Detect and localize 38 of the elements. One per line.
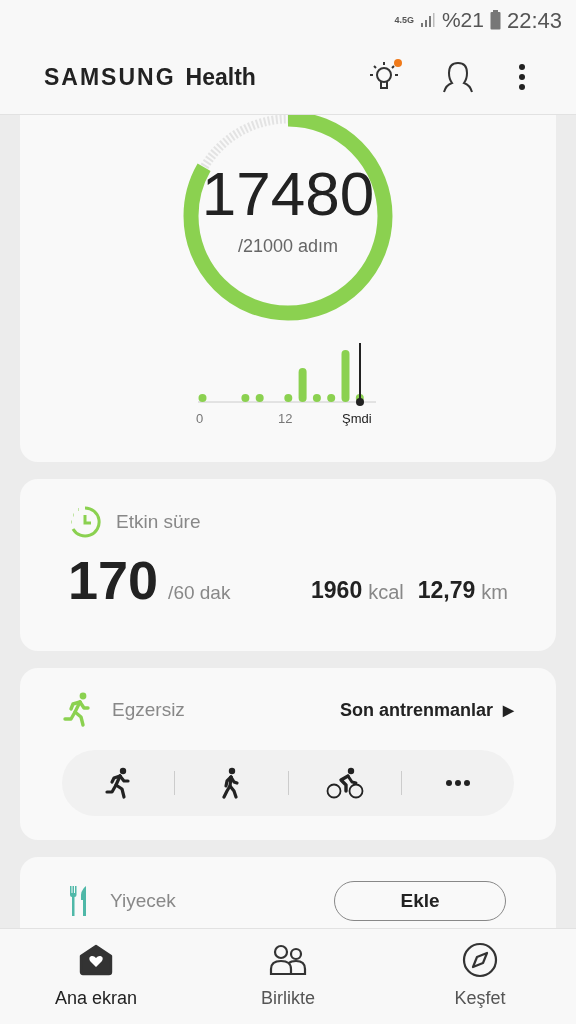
recent-workouts-link[interactable]: Son antrenmanlar ▶ [339, 696, 514, 724]
home-heart-icon [79, 944, 113, 976]
app-logo: SAMSUNG Health [44, 62, 256, 92]
calories-unit: kcal [368, 580, 404, 605]
cyclist-icon [325, 767, 364, 799]
active-goal: /60 dak [168, 580, 231, 605]
active-time-card[interactable]: Etkin süre 170 /60 dak 1960 kcal 12,79 km [20, 479, 556, 651]
walker-icon [221, 767, 242, 799]
nav-tab[interactable]: Ana ekran [0, 929, 192, 1024]
person-icon [443, 61, 473, 93]
steps-card[interactable]: 17480 /21000 adım 0 12 Şmdi [20, 115, 556, 462]
axis-label: 0 [196, 410, 204, 428]
people-icon [269, 944, 307, 976]
distance-value: 12,79 [417, 575, 476, 605]
distance-unit: km [481, 580, 508, 605]
runner-icon [62, 692, 92, 728]
timer-icon [68, 505, 102, 539]
compass-icon [462, 942, 498, 978]
kebab-menu-icon [519, 64, 525, 90]
active-minutes: 170 [68, 553, 159, 607]
nav-tab[interactable]: Keşfet [384, 929, 576, 1024]
calories-value: 1960 [311, 575, 363, 605]
step-goal: /21000 adım [237, 234, 339, 258]
cutlery-icon [70, 886, 88, 916]
card-title: Etkin süre [116, 509, 201, 534]
more-icon [444, 779, 471, 787]
axis-label: Şmdi [342, 410, 372, 428]
runner-icon [105, 767, 132, 799]
nav-tab[interactable]: Birlikte [192, 929, 384, 1024]
step-count: 17480 [201, 162, 375, 225]
signal-icon [419, 12, 436, 28]
network-type: 4.5G [394, 15, 414, 25]
axis-label: 12 [278, 410, 293, 428]
battery-percent: %21 [441, 7, 484, 34]
card-title: Yiyecek [110, 888, 176, 913]
card-title: Egzersiz [112, 697, 185, 722]
clock: 22:43 [506, 6, 562, 35]
battery-icon [489, 10, 501, 30]
